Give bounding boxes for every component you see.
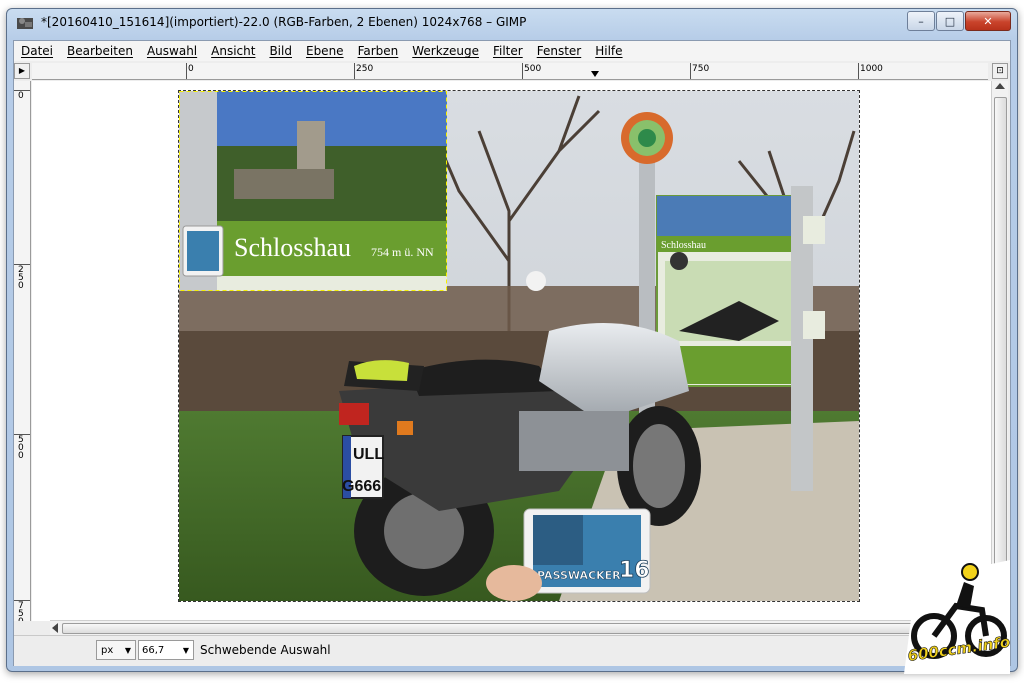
zoom-value: 66,7 xyxy=(142,645,165,656)
ruler-label-v0: 0 xyxy=(18,91,24,101)
ruler-label-750: 750 xyxy=(692,64,710,74)
menu-bar: Datei Bearbeiten Auswahl Ansicht Bild Eb… xyxy=(14,41,1010,61)
navigate-icon[interactable]: ⊡ xyxy=(992,63,1008,79)
ruler-label-1000: 1000 xyxy=(860,64,883,74)
ruler-tick xyxy=(858,63,859,79)
menu-bearbeiten[interactable]: Bearbeiten xyxy=(60,44,140,58)
sign-height: 754 m ü. NN xyxy=(371,245,434,259)
gimp-client-area: Datei Bearbeiten Auswahl Ansicht Bild Eb… xyxy=(13,40,1011,666)
window-title: *[20160410_151614](importiert)-22.0 (RGB… xyxy=(41,15,527,29)
close-button[interactable]: ✕ xyxy=(965,11,1011,31)
scroll-up-icon[interactable] xyxy=(995,83,1005,89)
ruler-label-v750: 750 xyxy=(18,601,24,622)
gimp-app-icon xyxy=(17,18,33,29)
chevron-down-icon: ▼ xyxy=(124,646,131,655)
ruler-label-250: 250 xyxy=(356,64,374,74)
menu-werkzeuge[interactable]: Werkzeuge xyxy=(405,44,486,58)
ruler-tick xyxy=(522,63,523,79)
menu-filter[interactable]: Filter xyxy=(486,44,530,58)
canvas-area[interactable]: Schlosshau ULL G666 PASSWACKER 16 Schlos… xyxy=(32,81,996,621)
unit-value: px xyxy=(101,645,114,656)
maximize-button[interactable]: □ xyxy=(936,11,964,31)
image-canvas[interactable]: Schlosshau ULL G666 PASSWACKER 16 Schlos… xyxy=(178,90,860,602)
ruler-label-v250: 250 xyxy=(18,265,24,291)
ruler-label-0: 0 xyxy=(188,64,194,74)
ruler-label-v500: 500 xyxy=(18,435,24,461)
menu-ansicht[interactable]: Ansicht xyxy=(204,44,262,58)
small-sign-title: Schlosshau xyxy=(661,240,706,251)
vertical-scroll-thumb[interactable] xyxy=(994,97,1007,607)
chevron-down-icon: ▼ xyxy=(182,646,189,655)
vertical-ruler: 0 250 500 750 xyxy=(14,81,31,621)
ruler-tick xyxy=(354,63,355,79)
menu-datei[interactable]: Datei xyxy=(14,44,60,58)
ruler-tick xyxy=(690,63,691,79)
quick-mask-toggle-icon[interactable]: ▶ xyxy=(14,63,30,79)
sign-title: Schlosshau xyxy=(234,233,351,262)
status-bar: px ▼ 66,7 ▼ Schwebende Auswahl xyxy=(14,635,1010,666)
ruler-tick xyxy=(186,63,187,79)
site-watermark-logo: 600ccm.info xyxy=(904,560,1011,674)
vertical-scrollbar[interactable] xyxy=(991,81,1008,621)
zoom-select[interactable]: 66,7 ▼ xyxy=(138,640,194,660)
card-text: PASSWACKER xyxy=(537,569,621,582)
menu-fenster[interactable]: Fenster xyxy=(530,44,589,58)
plate-bottom: G666 xyxy=(342,478,381,495)
menu-ebene[interactable]: Ebene xyxy=(299,44,351,58)
minimize-button[interactable]: – xyxy=(907,11,935,31)
menu-farben[interactable]: Farben xyxy=(351,44,406,58)
motorcycle-photo: Schlosshau ULL G666 PASSWACKER 16 Schlos… xyxy=(179,91,859,601)
sign-inset-layer: Schlosshau 754 m ü. NN xyxy=(179,91,447,291)
card-number: 16 xyxy=(619,558,650,583)
pointer-marker-icon xyxy=(591,71,599,77)
scroll-left-icon[interactable] xyxy=(52,623,58,633)
horizontal-ruler: 0 250 500 750 1000 xyxy=(32,63,988,80)
menu-auswahl[interactable]: Auswahl xyxy=(140,44,204,58)
horizontal-scroll-thumb[interactable] xyxy=(62,623,970,634)
status-message: Schwebende Auswahl xyxy=(200,643,331,657)
window-controls: – □ ✕ xyxy=(906,11,1011,31)
unit-select[interactable]: px ▼ xyxy=(96,640,136,660)
gimp-window: *[20160410_151614](importiert)-22.0 (RGB… xyxy=(6,8,1018,672)
horizontal-scrollbar[interactable] xyxy=(50,620,992,635)
title-bar[interactable]: *[20160410_151614](importiert)-22.0 (RGB… xyxy=(7,9,1017,37)
plate-top: ULL xyxy=(353,446,384,463)
menu-hilfe[interactable]: Hilfe xyxy=(588,44,629,58)
menu-bild[interactable]: Bild xyxy=(262,44,299,58)
ruler-label-500: 500 xyxy=(524,64,542,74)
